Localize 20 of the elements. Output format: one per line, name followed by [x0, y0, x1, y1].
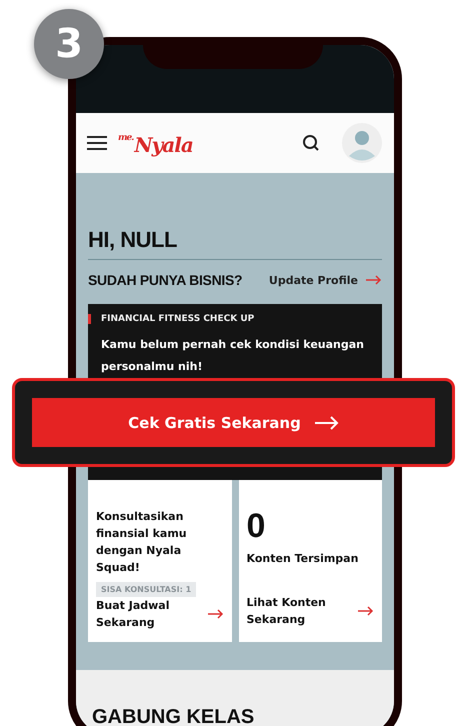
menu-icon[interactable] — [86, 135, 108, 151]
consult-tag: SISA KONSULTASI: 1 — [96, 582, 196, 597]
saved-count: 0 — [246, 508, 266, 544]
section-title: GABUNG KELAS — [92, 706, 256, 726]
arrow-icon — [366, 275, 382, 285]
checkup-label: FINANCIAL FITNESS CHECK UP — [88, 314, 382, 324]
arrow-icon — [314, 416, 339, 430]
card-text: Konten Tersimpan — [246, 551, 360, 567]
arrow-icon — [208, 609, 224, 619]
search-icon[interactable] — [302, 134, 320, 152]
card-text: Konsultasikan finansial kamu dengan Nyala Squad! — [96, 509, 188, 576]
update-profile-link[interactable]: Update Profile — [268, 274, 382, 286]
greeting-heading: HI, NULL — [88, 227, 382, 260]
checkup-text: Kamu belum pernah cek kondisi keuangan personalmu nih! — [100, 337, 365, 375]
card-link[interactable]: Lihat Konten Sekarang — [246, 594, 374, 632]
step-badge: 3 — [34, 9, 104, 79]
check-now-button[interactable]: Cek Gratis Sekarang — [32, 398, 435, 447]
card-link[interactable]: Buat Jadwal Sekarang — [96, 597, 224, 635]
business-question: SUDAH PUNYA BISNIS? — [88, 272, 242, 288]
arrow-icon — [358, 606, 374, 616]
